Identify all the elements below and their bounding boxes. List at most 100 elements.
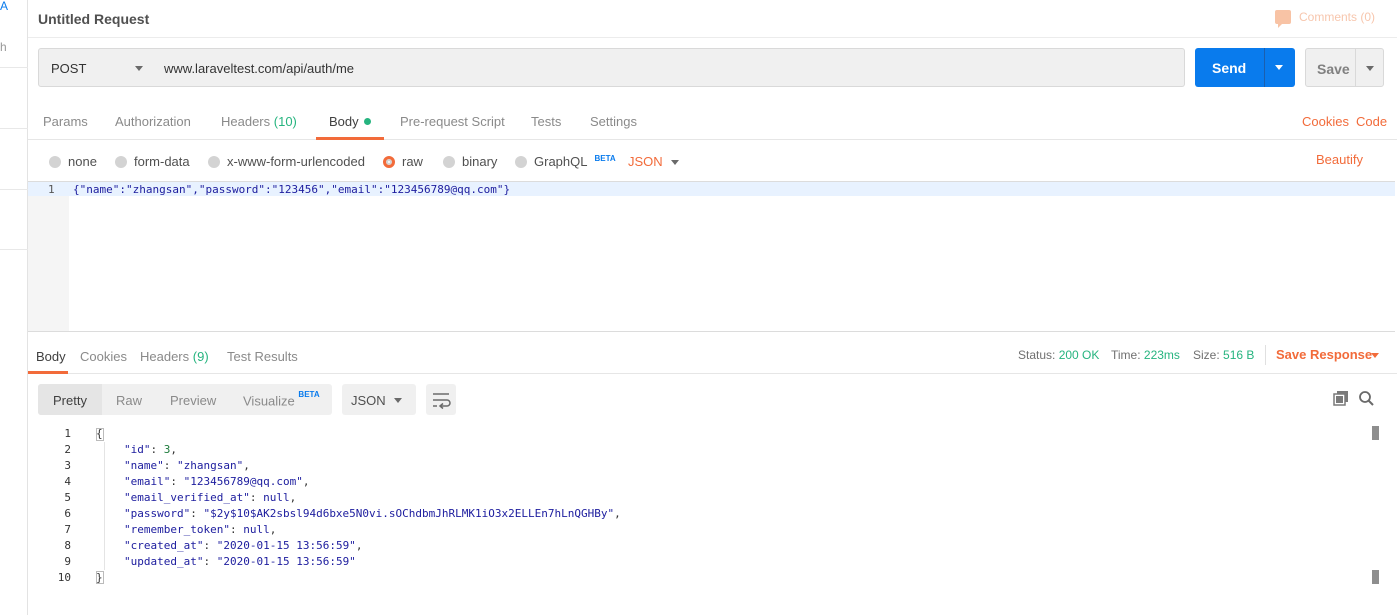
cookies-link[interactable]: Cookies <box>1302 114 1349 129</box>
scrollbar-marker[interactable] <box>1372 426 1379 440</box>
radio-binary[interactable]: binary <box>443 154 497 169</box>
response-tabs: Body Cookies Headers (9) Test Results St… <box>28 340 1397 374</box>
request-body-editor[interactable]: 1 {"name":"zhangsan","password":"123456"… <box>28 181 1395 332</box>
code-link[interactable]: Code <box>1356 114 1387 129</box>
line-number: 2 <box>64 443 71 456</box>
save-button[interactable]: Save <box>1305 48 1384 87</box>
tab-tests[interactable]: Tests <box>531 114 561 129</box>
radio-graphql-label: GraphQL <box>534 154 588 169</box>
sidebar-fragment-h: h <box>0 40 7 54</box>
method-select[interactable]: POST <box>38 48 155 87</box>
json-key: "remember_token" <box>124 523 230 536</box>
search-icon[interactable] <box>1358 390 1375 407</box>
chevron-down-icon[interactable] <box>671 160 679 165</box>
beta-badge: BETA <box>594 154 616 163</box>
comments-label: Comments (0) <box>1298 10 1375 24</box>
tab-settings[interactable]: Settings <box>590 114 637 129</box>
json-value: "123456789@qq.com" <box>183 475 303 488</box>
request-body-code[interactable]: {"name":"zhangsan","password":"123456","… <box>73 183 510 196</box>
view-preview-button[interactable]: Preview <box>170 393 216 408</box>
active-tab-underline <box>28 371 68 374</box>
editor-gutter <box>28 182 69 331</box>
method-label: POST <box>51 61 87 76</box>
radio-form-data-label: form-data <box>134 154 190 169</box>
json-key: "updated_at" <box>124 555 204 568</box>
line-number: 1 <box>48 183 55 196</box>
resp-tab-body[interactable]: Body <box>36 349 66 364</box>
beautify-link[interactable]: Beautify <box>1316 152 1363 167</box>
code-line: "remember_token": null, <box>124 523 277 536</box>
status-label: Status: <box>1018 348 1056 362</box>
time-value: 223ms <box>1143 348 1180 362</box>
response-format-label: JSON <box>351 393 386 408</box>
sidebar-divider <box>0 67 28 68</box>
indent-guide <box>104 442 105 570</box>
radio-graphql[interactable]: GraphQL BETA <box>515 154 616 169</box>
request-title[interactable]: Untitled Request <box>38 11 149 27</box>
sidebar-divider <box>0 128 28 129</box>
size-label: Size: <box>1193 348 1220 362</box>
url-value: www.laraveltest.com/api/auth/me <box>164 61 355 76</box>
wrap-lines-button[interactable] <box>426 384 456 415</box>
line-number: 10 <box>57 571 71 584</box>
tab-body[interactable]: Body <box>329 114 371 129</box>
size-value: 516 B <box>1223 348 1255 362</box>
line-number: 6 <box>64 507 71 520</box>
line-number: 8 <box>64 539 71 552</box>
radio-circle <box>49 155 61 168</box>
time-readout: Time: 223ms <box>1111 348 1180 362</box>
view-pretty-button[interactable]: Pretty <box>53 393 87 408</box>
resp-tab-headers-label: Headers <box>140 349 190 364</box>
save-options-chevron-icon[interactable] <box>1366 66 1374 71</box>
line-number: 5 <box>64 491 71 504</box>
beta-badge: BETA <box>298 390 320 399</box>
send-label: Send <box>1212 60 1247 76</box>
url-input[interactable]: www.laraveltest.com/api/auth/me <box>154 48 1185 87</box>
code-line: "password": "$2y$10$AK2sbsl94d6bxe5N0vi.… <box>124 507 621 520</box>
chevron-down-icon <box>135 66 143 71</box>
view-visualize-button[interactable]: Visualize BETA <box>243 390 320 408</box>
radio-none[interactable]: none <box>49 154 97 169</box>
save-response-chevron-icon[interactable] <box>1371 353 1379 358</box>
send-divider <box>1264 48 1265 87</box>
sidebar-divider <box>0 249 28 250</box>
json-value: "2020-01-15 13:56:59" <box>216 555 356 568</box>
chevron-down-icon <box>394 398 402 403</box>
send-options-chevron-icon[interactable] <box>1275 65 1283 70</box>
radio-raw[interactable]: raw <box>383 154 423 169</box>
response-body-viewer[interactable]: 1 2 3 4 5 6 7 8 9 10 { "id": 3, "name": … <box>28 424 1397 615</box>
postman-window: A h Untitled Request Comments (0) POST w… <box>0 0 1397 615</box>
tab-body-label: Body <box>329 114 359 129</box>
code-line: "id": 3, <box>124 443 177 456</box>
tab-authorization[interactable]: Authorization <box>115 114 191 129</box>
tab-params[interactable]: Params <box>43 114 88 129</box>
resp-tab-headers[interactable]: Headers (9) <box>140 349 209 364</box>
line-number: 9 <box>64 555 71 568</box>
resp-tab-cookies[interactable]: Cookies <box>80 349 127 364</box>
radio-x-www-form-urlencoded[interactable]: x-www-form-urlencoded <box>208 154 365 169</box>
send-button[interactable]: Send <box>1195 48 1295 87</box>
view-raw-button[interactable]: Raw <box>116 393 142 408</box>
save-divider <box>1355 49 1356 86</box>
tab-headers[interactable]: Headers (10) <box>221 114 297 129</box>
copy-icon[interactable] <box>1333 391 1349 406</box>
radio-form-data[interactable]: form-data <box>115 154 190 169</box>
scrollbar-marker[interactable] <box>1372 570 1379 584</box>
code-line: "name": "zhangsan", <box>124 459 250 472</box>
radio-circle-selected <box>383 155 395 168</box>
sidebar-fragment-a: A <box>0 0 9 13</box>
response-format-select[interactable]: JSON <box>342 384 416 415</box>
tab-pre-request-script[interactable]: Pre-request Script <box>400 114 505 129</box>
line-number: 1 <box>64 427 71 440</box>
save-response-button[interactable]: Save Response <box>1276 347 1372 362</box>
resp-tab-test-results[interactable]: Test Results <box>227 349 298 364</box>
json-key: "password" <box>124 507 191 520</box>
json-key: "created_at" <box>124 539 204 552</box>
json-value: "$2y$10$AK2sbsl94d6bxe5N0vi.sOChdbmJhRLM… <box>203 507 615 520</box>
collapsed-sidebar[interactable]: A h <box>0 0 28 615</box>
status-value: 200 OK <box>1058 348 1100 362</box>
body-indicator-dot <box>363 118 371 125</box>
raw-format-select[interactable]: JSON <box>628 154 663 169</box>
wrap-lines-icon <box>433 393 451 410</box>
comments-button[interactable]: Comments (0) <box>1274 10 1375 28</box>
